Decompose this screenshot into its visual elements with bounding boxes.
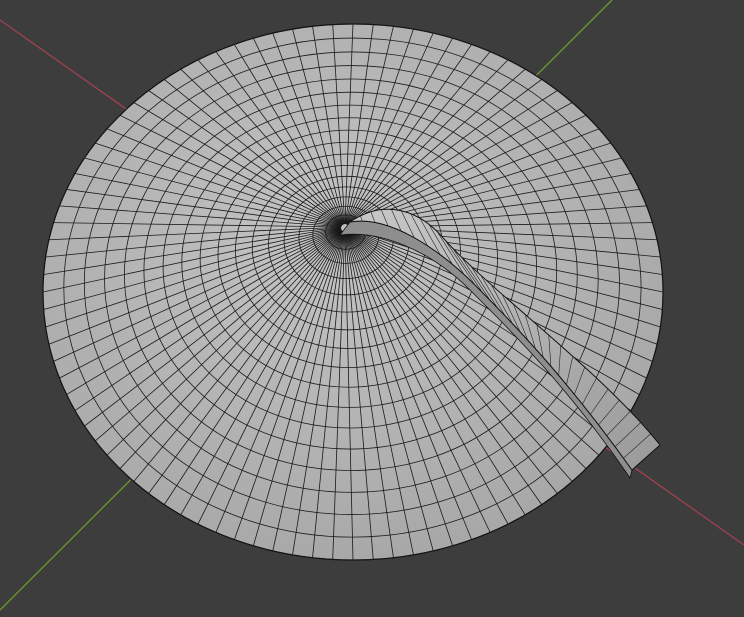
disk-mesh[interactable]: [42, 23, 664, 561]
3d-viewport[interactable]: [0, 0, 744, 617]
